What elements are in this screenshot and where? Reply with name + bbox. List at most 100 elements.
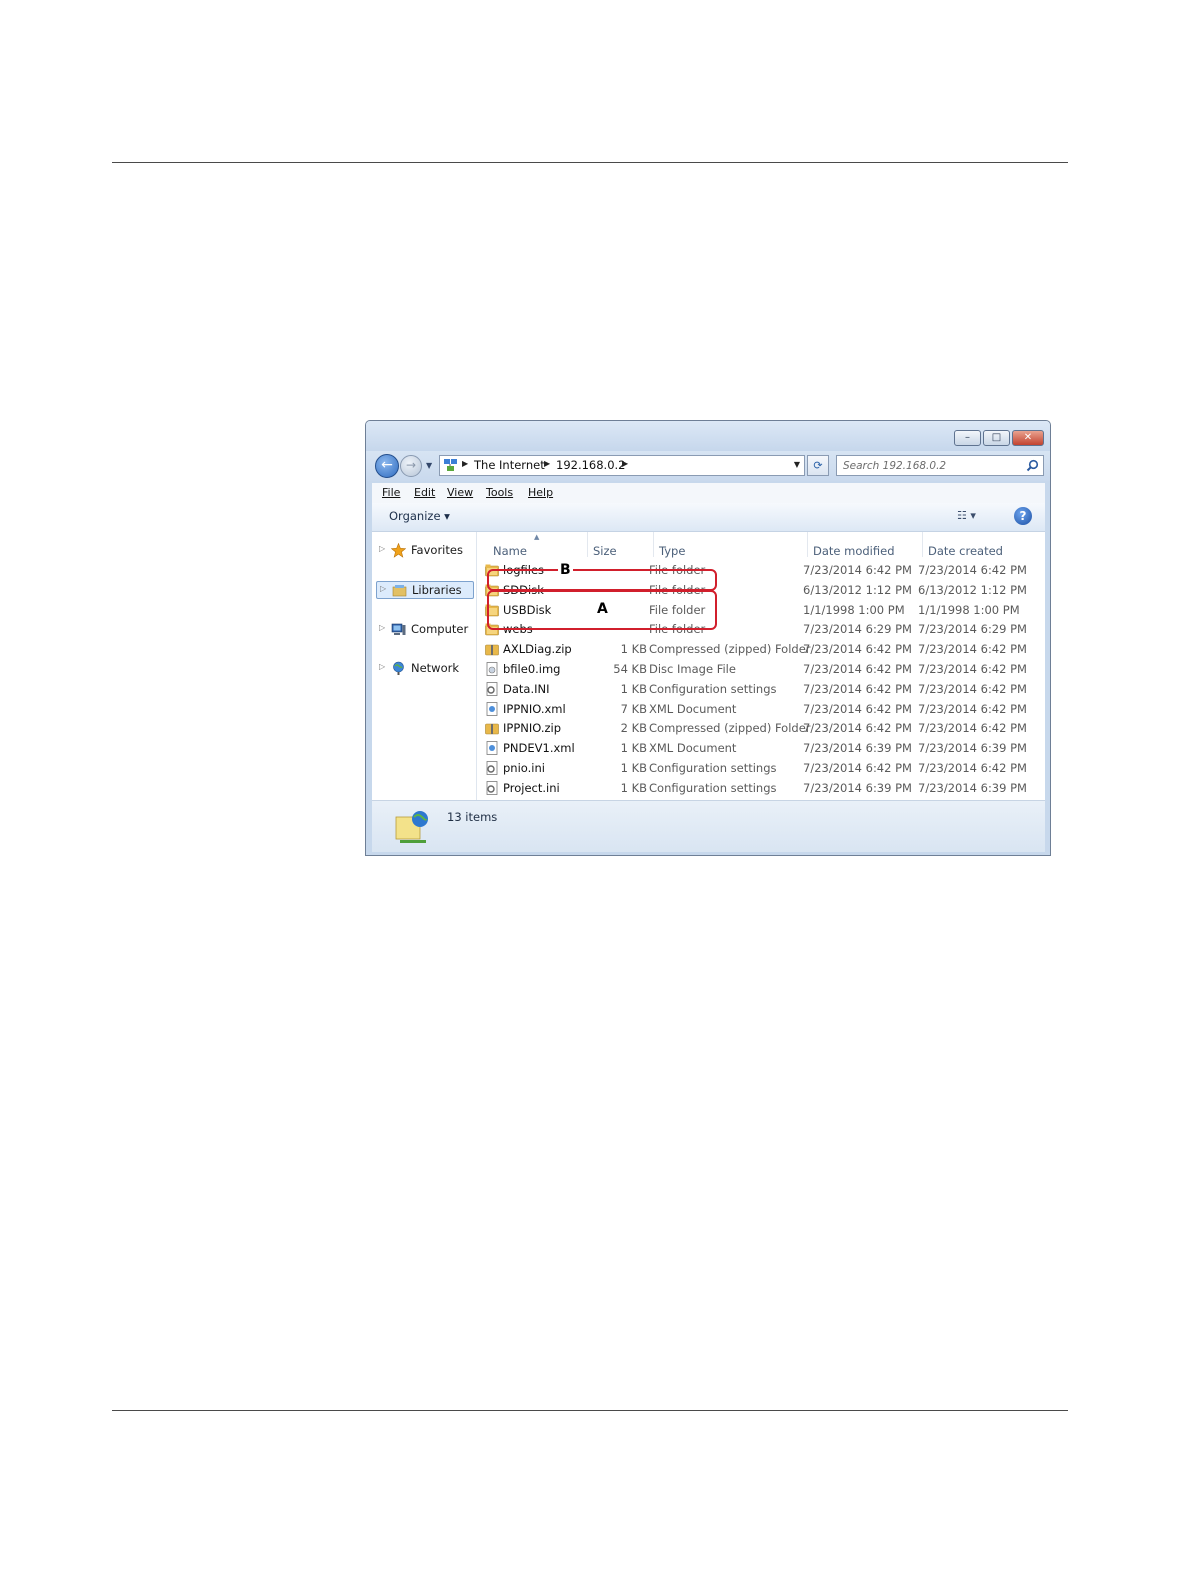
file-icon (486, 662, 498, 676)
file-date-created: 7/23/2014 6:39 PM (918, 780, 1027, 795)
recent-pages-chevron-down-icon[interactable]: ▼ (426, 461, 432, 470)
file-date-modified: 7/23/2014 6:29 PM (803, 622, 912, 637)
sidebar-item-label: Favorites (411, 543, 463, 557)
settings-file-icon (486, 681, 498, 696)
close-button[interactable]: ✕ (1012, 430, 1044, 446)
callout-box-b (487, 569, 717, 591)
bottom-rule (112, 1410, 1068, 1411)
expand-arrow-icon[interactable]: ▷ (379, 544, 385, 553)
help-icon[interactable]: ? (1014, 507, 1032, 525)
breadcrumb-separator-icon: ▶ (462, 459, 469, 468)
address-bar[interactable]: ▶ The Internet ▶ 192.168.0.2 ▶ ▼ (439, 455, 805, 476)
search-input[interactable] (837, 456, 1023, 475)
callout-label-b: B (558, 562, 573, 578)
table-row[interactable]: AXLDiag.zip 1 KB Compressed (zipped) Folde… (477, 640, 1045, 659)
file-date-created: 7/23/2014 6:42 PM (918, 761, 1027, 775)
sort-ascending-icon: ▲ (534, 533, 540, 541)
menu-tools[interactable]: Tools (486, 486, 513, 499)
file-size: 54 KB (613, 662, 647, 676)
file-list: ▲ Name Size Type Date modified Date crea… (477, 532, 1045, 800)
back-button[interactable]: ← (375, 454, 399, 478)
file-date-created: 6/13/2012 1:12 PM (918, 582, 1027, 597)
menu-edit[interactable]: Edit (414, 486, 435, 499)
breadcrumb-the-internet[interactable]: The Internet (474, 458, 545, 472)
breadcrumb-separator-icon: ▶ (622, 459, 629, 468)
command-bar: Organize ▾ ☷ ▾ ? (372, 503, 1045, 532)
file-type: XML Document (649, 741, 737, 756)
column-header-name[interactable]: Name (493, 544, 527, 558)
file-date-created: 7/23/2014 6:42 PM (918, 642, 1027, 657)
column-divider[interactable] (587, 532, 588, 557)
sidebar-item-label: Libraries (412, 583, 462, 597)
details-pane: 13 items (372, 800, 1045, 852)
menu-file[interactable]: File (382, 486, 400, 499)
expand-arrow-icon[interactable]: ▷ (379, 623, 385, 632)
file-date-modified: 1/1/1998 1:00 PM (803, 602, 905, 617)
file-size: 2 KB (620, 721, 647, 736)
file-type: Compressed (zipped) Folder (649, 642, 811, 657)
file-name: bfile0.img (503, 662, 561, 676)
table-row[interactable]: bfile0.img 54 KB Disc Image File 7/23/2014 … (477, 660, 1045, 679)
minimize-button[interactable]: – (954, 430, 981, 446)
navigation-pane: ▷ Favorites ▷ Libraries ▷ Computer ▷ Net… (372, 532, 477, 800)
file-type: XML Document (649, 701, 737, 716)
expand-arrow-icon[interactable]: ▷ (380, 584, 386, 593)
network-location-icon (444, 459, 457, 471)
settings-file-icon (486, 780, 498, 795)
organize-button[interactable]: Organize ▾ (389, 509, 450, 523)
sidebar-item-favorites[interactable]: ▷ Favorites (376, 542, 474, 560)
column-header-type[interactable]: Type (659, 544, 685, 558)
table-row[interactable]: Project.ini 1 KB Configuration settings 7/2… (477, 779, 1045, 798)
column-header-size[interactable]: Size (593, 544, 617, 558)
file-type: Configuration settings (649, 681, 777, 696)
forward-button[interactable]: → (400, 455, 422, 477)
sidebar-item-network[interactable]: ▷ Network (376, 660, 474, 678)
file-date-created: 7/23/2014 6:29 PM (918, 622, 1027, 637)
search-icon[interactable] (1026, 459, 1039, 472)
file-date-created: 7/23/2014 6:42 PM (918, 563, 1027, 577)
network-share-icon (395, 811, 428, 843)
table-row[interactable]: IPPNIO.zip 2 KB Compressed (zipped) Folder… (477, 719, 1045, 738)
menu-help[interactable]: Help (528, 486, 553, 499)
table-row[interactable]: pnio.ini 1 KB Configuration settings 7/23/2… (477, 759, 1045, 778)
refresh-button[interactable]: ⟳ (807, 455, 829, 476)
sidebar-item-label: Network (411, 661, 460, 675)
menu-view[interactable]: View (447, 486, 473, 499)
file-date-modified: 7/23/2014 6:42 PM (803, 721, 912, 736)
column-header-date-created[interactable]: Date created (928, 544, 1003, 558)
file-name: PNDEV1.xml (503, 741, 575, 756)
sidebar-item-computer[interactable]: ▷ Computer (376, 621, 474, 639)
sidebar-item-label: Computer (411, 622, 469, 636)
file-date-modified: 7/23/2014 6:42 PM (803, 701, 912, 716)
view-options-button[interactable]: ☷ ▾ (957, 509, 976, 522)
table-row[interactable]: IPPNIO.xml 7 KB XML Document 7/23/2014 6:42… (477, 700, 1045, 719)
file-date-created: 7/23/2014 6:42 PM (918, 701, 1027, 716)
computer-icon (391, 623, 406, 635)
xml-file-icon (486, 741, 498, 756)
menu-bar: File Edit View Tools Help (372, 483, 1045, 503)
file-type: Compressed (zipped) Folder (649, 721, 811, 736)
maximize-button[interactable]: □ (983, 430, 1010, 446)
table-row[interactable]: PNDEV1.xml 1 KB XML Document 7/23/2014 6:39… (477, 739, 1045, 758)
search-box (836, 455, 1044, 476)
address-dropdown-icon[interactable]: ▼ (794, 460, 800, 469)
file-size: 1 KB (620, 761, 647, 775)
file-type: Disc Image File (649, 662, 736, 676)
sidebar-item-libraries[interactable]: ▷ Libraries (376, 581, 474, 599)
column-divider[interactable] (653, 532, 654, 557)
top-rule (112, 162, 1068, 163)
expand-arrow-icon[interactable]: ▷ (379, 662, 385, 671)
column-divider[interactable] (807, 532, 808, 557)
breadcrumb-separator-icon: ▶ (544, 459, 551, 468)
column-header-date-modified[interactable]: Date modified (813, 544, 895, 558)
file-date-created: 1/1/1998 1:00 PM (918, 602, 1020, 617)
xml-file-icon (486, 701, 498, 716)
breadcrumb-ip-address[interactable]: 192.168.0.2 (556, 458, 626, 472)
table-row[interactable]: Data.INI 1 KB Configuration settings 7/23/2… (477, 680, 1045, 699)
file-date-created: 7/23/2014 6:39 PM (918, 741, 1027, 756)
file-name: Data.INI (503, 681, 550, 696)
file-date-created: 7/23/2014 6:42 PM (918, 681, 1027, 696)
file-name: pnio.ini (503, 761, 545, 775)
libraries-icon (392, 585, 407, 597)
column-divider[interactable] (922, 532, 923, 557)
